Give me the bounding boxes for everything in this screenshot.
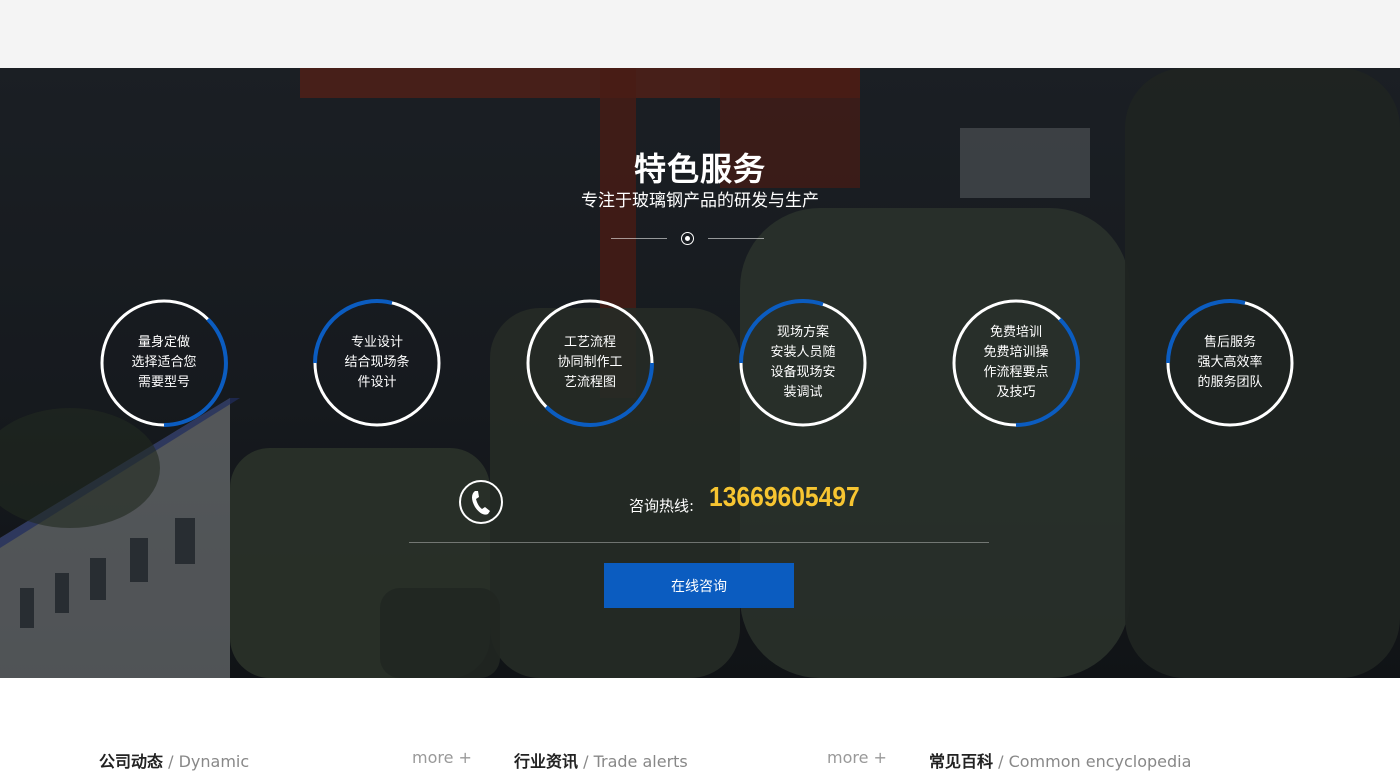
service-item-installation[interactable]: 现场方案 安装人员随 设备现场安 装调试 — [738, 298, 868, 428]
hotline-number[interactable]: 13669605497 — [709, 481, 860, 513]
news-title: 常见百科 — [929, 752, 994, 771]
hotline-divider — [409, 542, 989, 543]
news-subtitle: / Dynamic — [163, 752, 250, 771]
news-subtitle: / Trade alerts — [578, 752, 688, 771]
more-link-company[interactable]: more + — [412, 748, 472, 767]
service-item-training[interactable]: 免费培训 免费培训操 作流程要点 及技巧 — [951, 298, 1081, 428]
service-item-aftersales[interactable]: 售后服务 强大高效率 的服务团队 — [1165, 298, 1295, 428]
more-link-industry[interactable]: more + — [827, 748, 887, 767]
divider-line-right — [708, 238, 764, 239]
section-title: 特色服务 — [633, 150, 766, 188]
top-header-strip — [0, 0, 1400, 68]
service-text: 量身定做 选择适合您 需要型号 — [131, 335, 197, 390]
service-text: 现场方案 安装人员随 设备现场安 装调试 — [770, 325, 836, 400]
hotline-label: 咨询热线: — [629, 497, 695, 515]
service-text: 工艺流程 协同制作工 艺流程图 — [557, 335, 623, 390]
divider-dot-icon — [681, 232, 694, 245]
news-header-industry: 行业资讯 / Trade alerts — [514, 748, 688, 771]
news-subtitle: / Common encyclopedia — [993, 752, 1192, 771]
news-title: 公司动态 — [99, 752, 164, 771]
service-text: 售后服务 强大高效率 的服务团队 — [1197, 335, 1263, 390]
service-text: 专业设计 结合现场条 件设计 — [344, 335, 410, 390]
service-item-process[interactable]: 工艺流程 协同制作工 艺流程图 — [525, 298, 655, 428]
news-title: 行业资讯 — [514, 752, 579, 771]
feature-services-section: 特色服务 专注于玻璃钢产品的研发与生产 量身定做 选择适合您 需要型号 专业设计… — [0, 68, 1400, 678]
news-header-encyclopedia: 常见百科 / Common encyclopedia — [929, 748, 1192, 771]
service-item-custom[interactable]: 量身定做 选择适合您 需要型号 — [99, 298, 229, 428]
service-item-design[interactable]: 专业设计 结合现场条 件设计 — [312, 298, 442, 428]
service-text: 免费培训 免费培训操 作流程要点 及技巧 — [983, 325, 1049, 400]
section-subtitle: 专注于玻璃钢产品的研发与生产 — [581, 191, 819, 211]
phone-icon — [459, 480, 503, 524]
news-header-company: 公司动态 / Dynamic — [99, 748, 250, 771]
divider-line-left — [611, 238, 667, 239]
online-consult-button[interactable]: 在线咨询 — [604, 563, 794, 608]
